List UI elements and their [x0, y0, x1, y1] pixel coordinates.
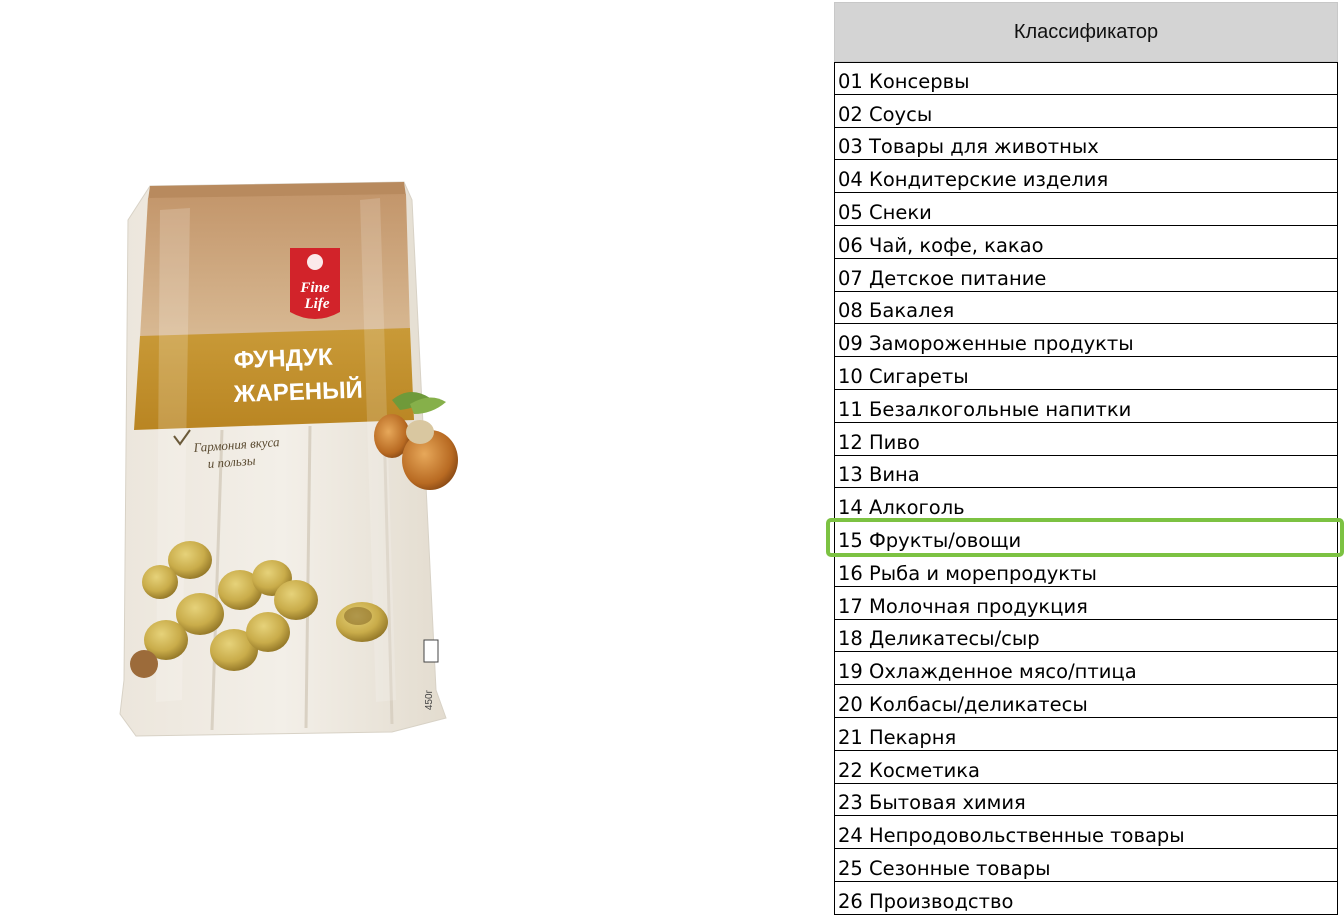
classifier-row[interactable]: 12 Пиво [835, 423, 1337, 456]
classifier-row[interactable]: 16 Рыба и морепродукты [835, 554, 1337, 587]
classifier-row[interactable]: 02 Соусы [835, 95, 1337, 128]
classifier-row[interactable]: 25 Сезонные товары [835, 849, 1337, 882]
labeling-screen: Fine Life ФУНДУК ЖАРЕНЫЙ Гармония вкуса … [0, 0, 1344, 917]
classifier-row[interactable]: 19 Охлажденное мясо/птица [835, 652, 1337, 686]
product-title-line-2: ЖАРЕНЫЙ [232, 376, 363, 409]
classifier-row[interactable]: 22 Косметика [835, 751, 1337, 784]
classifier-row[interactable]: 11 Безалкогольные напитки [835, 390, 1337, 423]
classifier-row[interactable]: 01 Консервы [835, 62, 1337, 95]
classifier-row[interactable]: 07 Детское питание [835, 259, 1337, 292]
classifier-row[interactable]: 17 Молочная продукция [835, 587, 1337, 620]
classifier-row[interactable]: 21 Пекарня [835, 718, 1337, 751]
classifier-row[interactable]: 04 Кондитерские изделия [835, 160, 1337, 194]
classifier-row[interactable]: 05 Снеки [835, 193, 1337, 226]
brand-logo-text-1: Fine [299, 280, 330, 296]
product-image: Fine Life ФУНДУК ЖАРЕНЫЙ Гармония вкуса … [119, 181, 458, 737]
classifier-row[interactable]: 26 Производство [835, 882, 1337, 915]
classifier-row[interactable]: 24 Непродовольственные товары [835, 816, 1337, 850]
classifier-list: 01 Консервы 02 Соусы 03 Товары для животны… [826, 62, 1344, 915]
classifier-header: Классификатор [834, 2, 1338, 62]
classifier-row[interactable]: 13 Вина [835, 456, 1337, 489]
classifier-row[interactable]: 09 Замороженные продукты [835, 324, 1337, 358]
classifier-row[interactable]: 06 Чай, кофе, какао [835, 226, 1337, 259]
classifier-row[interactable]: 18 Деликатесы/сыр [835, 620, 1337, 653]
classifier-row[interactable]: 20 Колбасы/деликатесы [835, 685, 1337, 718]
classifier-row-selected[interactable]: 15 Фрукты/овощи [826, 518, 1344, 557]
classifier-row[interactable]: 23 Бытовая химия [835, 784, 1337, 817]
classifier-table: Классификатор 01 Консервы 02 Соусы 03 Това… [826, 2, 1344, 915]
product-weight: 450г [424, 689, 435, 710]
product-title-line-1: ФУНДУК [233, 344, 333, 374]
classifier-row[interactable]: 03 Товары для животных [835, 128, 1337, 161]
brand-logo-text-2: Life [304, 296, 330, 312]
classifier-row[interactable]: 10 Сигареты [835, 357, 1337, 390]
classifier-row[interactable]: 08 Бакалея [835, 292, 1337, 325]
classifier-row[interactable]: 14 Алкоголь [835, 488, 1337, 522]
